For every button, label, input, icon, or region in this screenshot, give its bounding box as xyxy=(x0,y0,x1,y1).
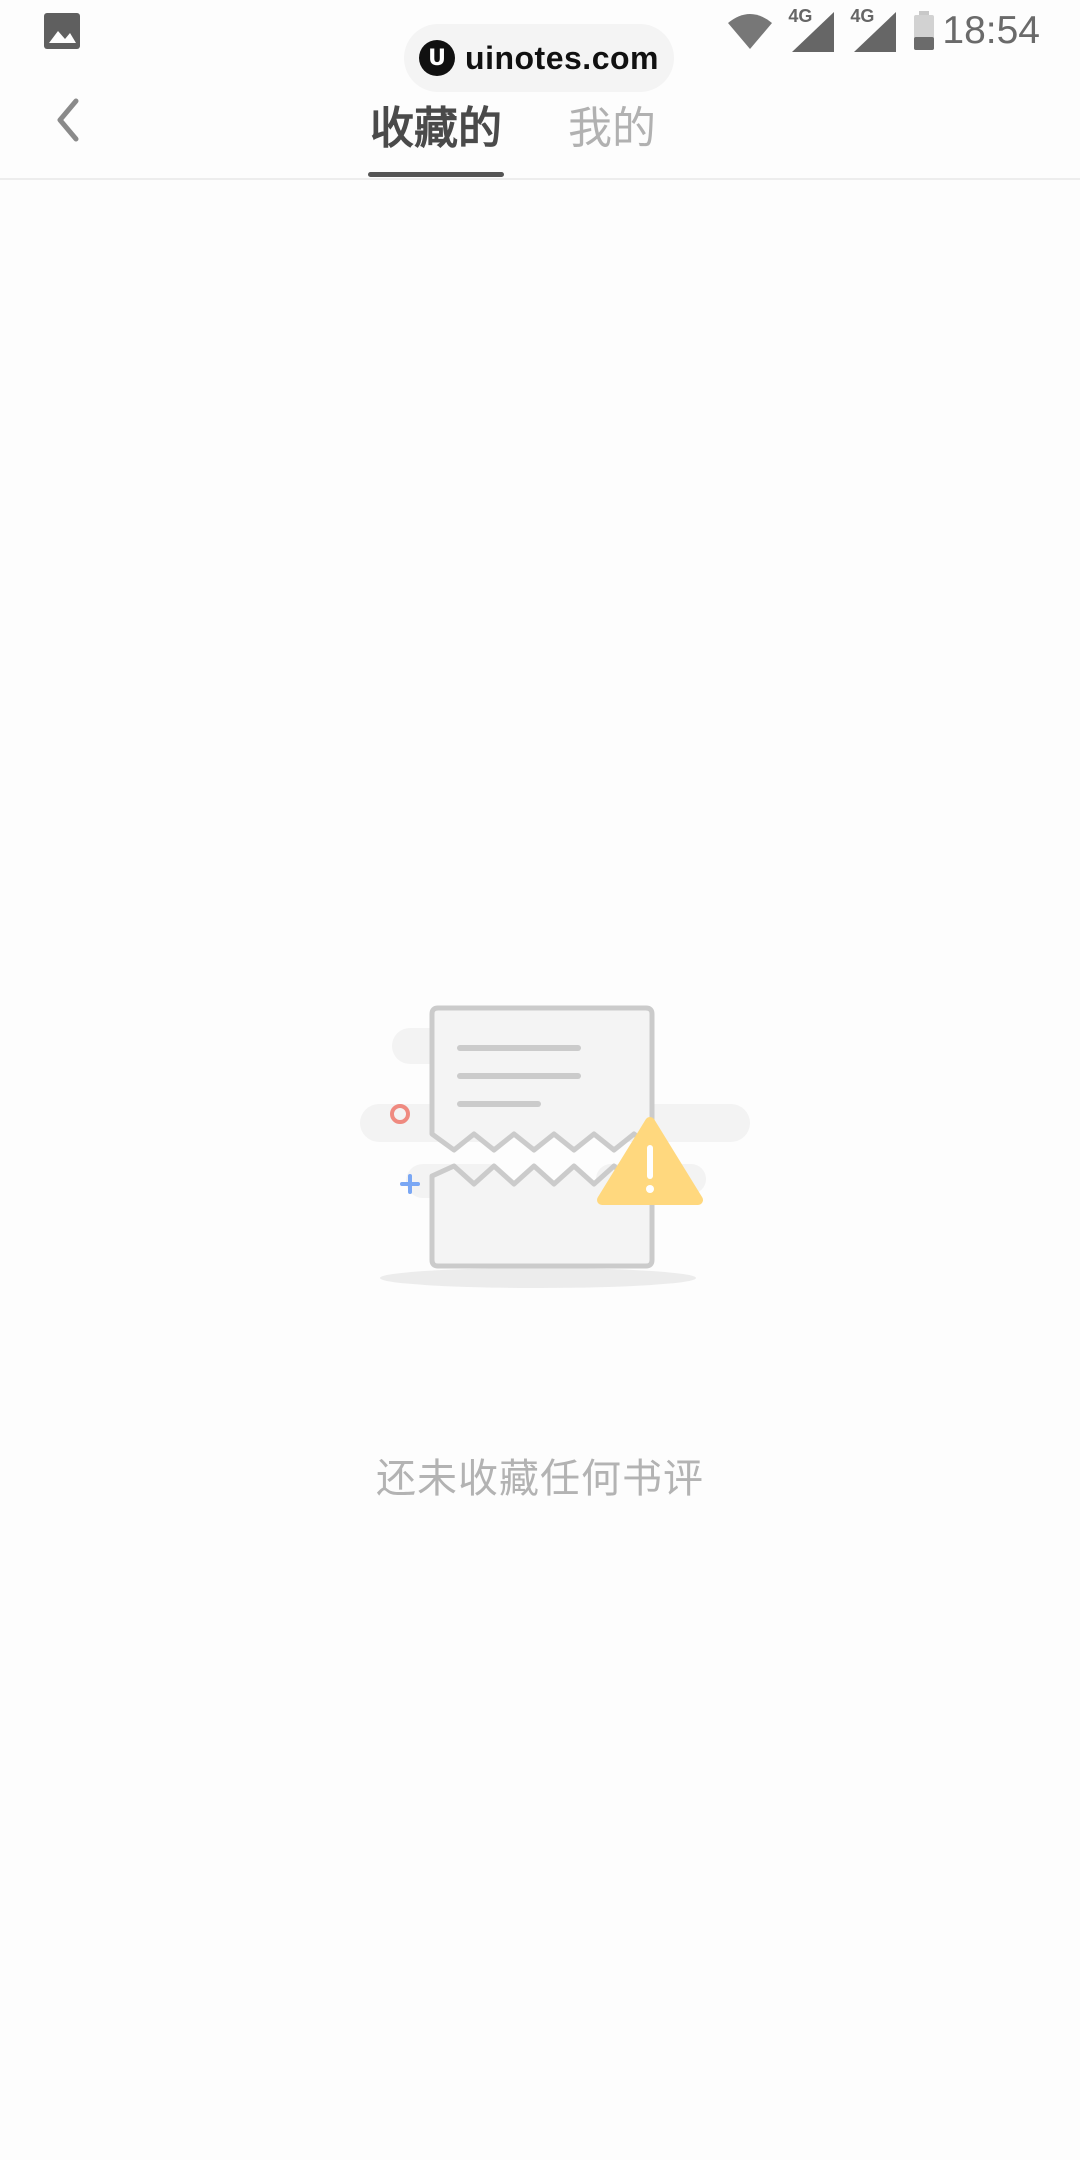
header: 收藏的 我的 xyxy=(0,66,1080,180)
active-tab-indicator xyxy=(368,172,504,177)
system-icons: 4G 4G 18:54 xyxy=(726,6,1040,56)
battery-icon xyxy=(914,11,935,50)
empty-state-message: 还未收藏任何书评 xyxy=(376,1456,704,1502)
clock: 18:54 xyxy=(942,9,1040,52)
back-button[interactable] xyxy=(36,88,100,152)
signal-icon: 4G xyxy=(850,6,898,54)
wifi-icon xyxy=(728,14,773,49)
gallery-icon xyxy=(44,13,80,49)
signal-icon: 4G xyxy=(788,6,836,54)
broken-document-warning-icon xyxy=(360,1005,750,1288)
chevron-left-icon xyxy=(57,98,79,142)
tab-favorites[interactable]: 收藏的 xyxy=(368,92,504,156)
tab-mine[interactable]: 我的 xyxy=(568,92,656,156)
